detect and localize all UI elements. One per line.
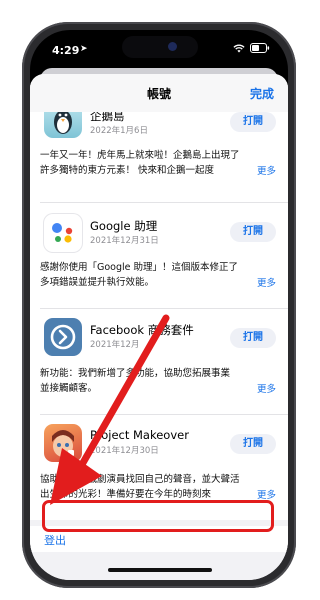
red-arrow-annotation: [50, 314, 170, 505]
